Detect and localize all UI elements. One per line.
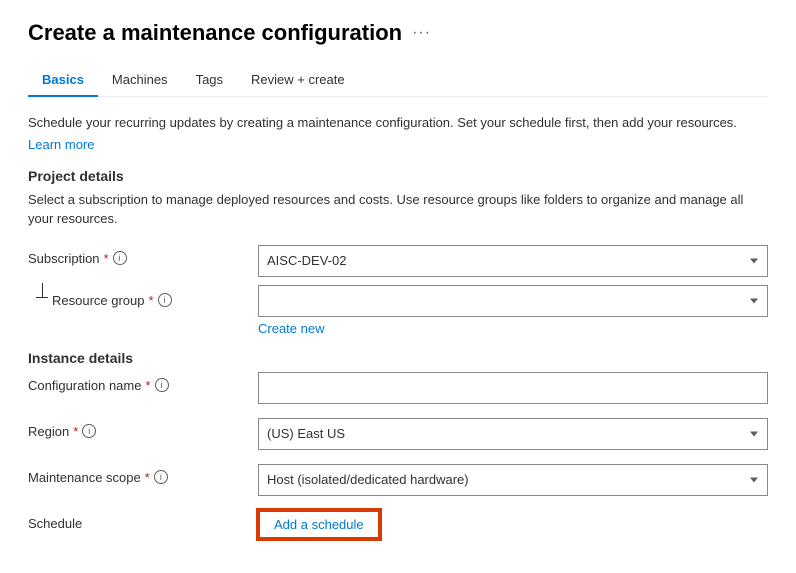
project-details-title: Project details — [28, 168, 768, 184]
schedule-label-col: Schedule — [28, 510, 258, 531]
region-control: (US) East US — [258, 418, 768, 450]
subscription-required: * — [104, 251, 109, 266]
tab-machines[interactable]: Machines — [98, 64, 182, 97]
subscription-select-wrapper: AISC-DEV-02 — [258, 245, 768, 277]
region-label-col: Region * i — [28, 418, 258, 439]
subscription-info-icon[interactable]: i — [113, 251, 127, 265]
region-row: Region * i (US) East US — [28, 418, 768, 450]
resource-group-row: Resource group * i Create new — [28, 285, 768, 336]
project-details-section: Project details Select a subscription to… — [28, 168, 768, 336]
configuration-name-label-col: Configuration name * i — [28, 372, 258, 393]
tab-basics[interactable]: Basics — [28, 64, 98, 97]
maintenance-scope-select-wrapper: Host (isolated/dedicated hardware) — [258, 464, 768, 496]
page-title: Create a maintenance configuration — [28, 20, 402, 46]
maintenance-scope-info-icon[interactable]: i — [154, 470, 168, 484]
resource-group-select-wrapper — [258, 285, 768, 317]
region-required: * — [73, 424, 78, 439]
schedule-control: Add a schedule — [258, 510, 768, 539]
region-info-icon[interactable]: i — [82, 424, 96, 438]
maintenance-scope-label: Maintenance scope — [28, 470, 141, 485]
ellipsis-menu-icon[interactable]: ··· — [412, 24, 431, 42]
resource-group-select[interactable] — [258, 285, 768, 317]
add-schedule-button[interactable]: Add a schedule — [258, 510, 380, 539]
configuration-name-row: Configuration name * i — [28, 372, 768, 404]
configuration-name-info-icon[interactable]: i — [155, 378, 169, 392]
maintenance-scope-row: Maintenance scope * i Host (isolated/ded… — [28, 464, 768, 496]
tab-review-create[interactable]: Review + create — [237, 64, 359, 97]
subscription-control: AISC-DEV-02 — [258, 245, 768, 277]
tab-tags[interactable]: Tags — [182, 64, 237, 97]
create-new-link[interactable]: Create new — [258, 321, 768, 336]
learn-more-link[interactable]: Learn more — [28, 137, 94, 152]
subscription-label: Subscription — [28, 251, 100, 266]
schedule-row: Schedule Add a schedule — [28, 510, 768, 539]
region-select[interactable]: (US) East US — [258, 418, 768, 450]
subscription-row: Subscription * i AISC-DEV-02 — [28, 245, 768, 277]
maintenance-scope-select[interactable]: Host (isolated/dedicated hardware) — [258, 464, 768, 496]
configuration-name-input[interactable] — [258, 372, 768, 404]
maintenance-scope-required: * — [145, 470, 150, 485]
resource-group-info-icon[interactable]: i — [158, 293, 172, 307]
project-details-desc: Select a subscription to manage deployed… — [28, 190, 768, 229]
resource-group-label-col: Resource group * i — [28, 285, 258, 308]
subscription-select[interactable]: AISC-DEV-02 — [258, 245, 768, 277]
configuration-name-label: Configuration name — [28, 378, 141, 393]
instance-details-section: Instance details Configuration name * i … — [28, 350, 768, 539]
configuration-name-required: * — [145, 378, 150, 393]
schedule-label: Schedule — [28, 516, 82, 531]
page-title-row: Create a maintenance configuration ··· — [28, 20, 768, 46]
description-text: Schedule your recurring updates by creat… — [28, 113, 768, 133]
region-label: Region — [28, 424, 69, 439]
resource-group-control: Create new — [258, 285, 768, 336]
configuration-name-control — [258, 372, 768, 404]
resource-group-label: Resource group — [52, 293, 145, 308]
resource-group-required: * — [149, 293, 154, 308]
maintenance-scope-label-col: Maintenance scope * i — [28, 464, 258, 485]
subscription-label-col: Subscription * i — [28, 245, 258, 266]
instance-details-title: Instance details — [28, 350, 768, 366]
region-select-wrapper: (US) East US — [258, 418, 768, 450]
maintenance-scope-control: Host (isolated/dedicated hardware) — [258, 464, 768, 496]
tabs-nav: Basics Machines Tags Review + create — [28, 64, 768, 97]
